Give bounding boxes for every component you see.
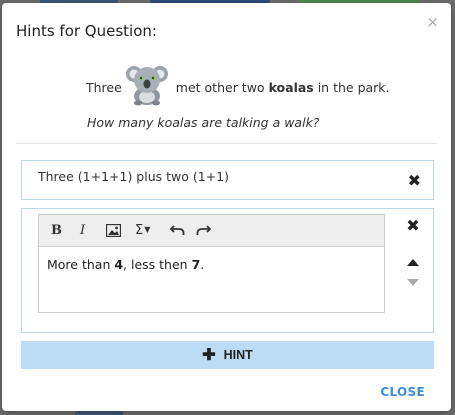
question-after: met other two xyxy=(171,79,269,95)
editor-content[interactable]: More than 4, less then 7. xyxy=(47,257,204,272)
sigma-icon: Σ xyxy=(135,223,144,238)
question-before: Three xyxy=(86,79,122,95)
remove-hint-icon[interactable]: ✖ xyxy=(405,218,421,234)
bold-button[interactable]: B xyxy=(51,223,62,239)
question-prompt: How many koalas are talking a walk? xyxy=(87,115,320,130)
close-icon[interactable]: × xyxy=(426,15,439,30)
question-end: in the park. xyxy=(313,79,390,95)
redo-icon[interactable] xyxy=(196,224,212,240)
close-button[interactable]: CLOSE xyxy=(380,385,425,399)
modal-title: Hints for Question: xyxy=(16,22,157,40)
hint-item[interactable]: Three (1+1+1) plus two (1+1) ✖ xyxy=(21,160,434,200)
hint-text: Three (1+1+1) plus two (1+1) xyxy=(38,169,230,184)
rich-text-editor[interactable]: B I Σ▼ More than 4, less then 7. xyxy=(38,214,385,313)
image-icon[interactable] xyxy=(105,223,122,240)
question-text: Three met other two koalas in the park. xyxy=(2,54,451,106)
italic-button[interactable]: I xyxy=(80,223,85,239)
divider xyxy=(16,143,437,144)
question-keyword: koalas xyxy=(268,79,314,95)
editor-toolbar: B I Σ▼ xyxy=(39,215,384,247)
koala-icon xyxy=(125,62,168,106)
hint-editor-item: B I Σ▼ More than 4, less then 7. ✖ xyxy=(21,208,434,333)
move-up-icon[interactable] xyxy=(405,251,421,270)
remove-hint-icon[interactable]: ✖ xyxy=(408,173,421,189)
chevron-down-icon: ▼ xyxy=(144,225,151,234)
math-dropdown-button[interactable]: Σ▼ xyxy=(135,223,150,239)
move-down-icon[interactable] xyxy=(405,271,421,290)
plus-icon: ✚ xyxy=(202,347,216,364)
add-hint-button[interactable]: ✚ HINT xyxy=(21,341,434,369)
add-hint-label: HINT xyxy=(223,348,253,362)
undo-icon[interactable] xyxy=(169,224,185,240)
hints-modal: Hints for Question: × Three met other tw… xyxy=(2,3,451,411)
